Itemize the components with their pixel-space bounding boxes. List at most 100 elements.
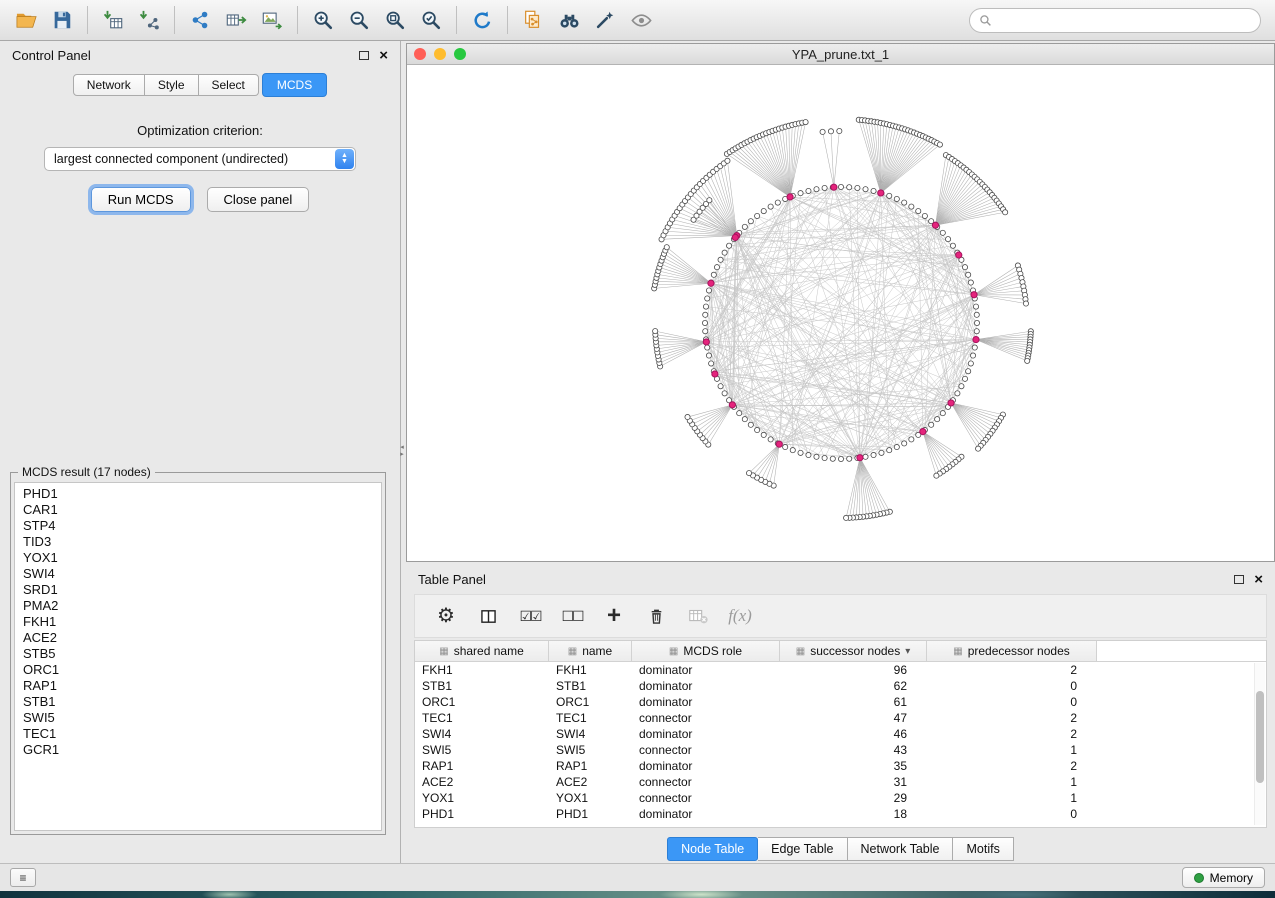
table-row[interactable]: STB1STB1dominator620 xyxy=(415,678,1266,694)
deselect-all-rows-button[interactable]: ☐☐ xyxy=(555,599,589,633)
close-panel-icon[interactable]: × xyxy=(379,48,388,63)
import-network-button[interactable] xyxy=(131,4,167,36)
export-network-button[interactable] xyxy=(182,4,218,36)
table-cell: 46 xyxy=(780,726,927,742)
float-panel-icon[interactable] xyxy=(359,51,369,60)
table-cell: ACE2 xyxy=(415,774,549,790)
table-tab-motifs[interactable]: Motifs xyxy=(953,837,1013,861)
zoom-in-button[interactable] xyxy=(305,4,341,36)
mcds-result-item[interactable]: SWI5 xyxy=(23,710,373,726)
mcds-result-item[interactable]: TID3 xyxy=(23,534,373,550)
table-tab-network-table[interactable]: Network Table xyxy=(848,837,954,861)
table-cell: 1 xyxy=(927,742,1097,758)
table-cell: connector xyxy=(632,742,780,758)
control-tab-network[interactable]: Network xyxy=(73,74,145,96)
network-from-selection-button[interactable] xyxy=(515,4,551,36)
table-row[interactable]: PHD1PHD1dominator180 xyxy=(415,806,1266,822)
network-view-window: YPA_prune.txt_1 xyxy=(406,43,1275,562)
mcds-result-item[interactable]: FKH1 xyxy=(23,614,373,630)
column-header-successor-nodes[interactable]: ▦successor nodes▾ xyxy=(780,641,927,661)
table-cell: 2 xyxy=(927,726,1097,742)
mcds-result-item[interactable]: TEC1 xyxy=(23,726,373,742)
export-table-button[interactable] xyxy=(218,4,254,36)
wand-button[interactable] xyxy=(587,4,623,36)
mcds-result-item[interactable]: STP4 xyxy=(23,518,373,534)
table-settings-button[interactable]: ⚙ xyxy=(429,599,463,633)
optimization-criterion-dropdown[interactable]: largest connected component (undirected)… xyxy=(44,147,356,171)
table-cell: 0 xyxy=(927,678,1097,694)
table-cell: dominator xyxy=(632,694,780,710)
table-cell: SWI5 xyxy=(415,742,549,758)
toolbar-separator xyxy=(87,6,88,34)
search-input[interactable] xyxy=(998,13,1251,27)
window-close-traffic-light[interactable] xyxy=(414,48,426,60)
close-table-panel-icon[interactable]: × xyxy=(1254,572,1263,587)
column-header-shared-name[interactable]: ▦shared name xyxy=(415,641,549,661)
control-tab-mcds[interactable]: MCDS xyxy=(262,73,327,97)
duplicate-network-icon xyxy=(522,9,544,31)
table-row[interactable]: ACE2ACE2connector311 xyxy=(415,774,1266,790)
table-row[interactable]: TEC1TEC1connector472 xyxy=(415,710,1266,726)
mcds-result-item[interactable]: PMA2 xyxy=(23,598,373,614)
refresh-layout-button[interactable] xyxy=(464,4,500,36)
add-column-button[interactable]: + xyxy=(597,599,631,633)
find-button[interactable] xyxy=(551,4,587,36)
mcds-result-item[interactable]: YOX1 xyxy=(23,550,373,566)
table-row[interactable]: SWI5SWI5connector431 xyxy=(415,742,1266,758)
table-tab-node-table[interactable]: Node Table xyxy=(667,837,758,861)
mcds-result-item[interactable]: RAP1 xyxy=(23,678,373,694)
show-graphics-button[interactable] xyxy=(623,4,659,36)
control-tab-select[interactable]: Select xyxy=(199,74,259,96)
table-cell: dominator xyxy=(632,726,780,742)
eye-icon xyxy=(630,9,653,32)
export-image-button[interactable] xyxy=(254,4,290,36)
table-row[interactable]: ORC1ORC1dominator610 xyxy=(415,694,1266,710)
table-row[interactable]: FKH1FKH1dominator962 xyxy=(415,662,1266,678)
save-session-button[interactable] xyxy=(44,4,80,36)
zoom-selected-button[interactable] xyxy=(413,4,449,36)
table-body: FKH1FKH1dominator962STB1STB1dominator620… xyxy=(415,662,1266,822)
column-header-predecessor-nodes[interactable]: ▦predecessor nodes xyxy=(927,641,1097,661)
table-row[interactable]: YOX1YOX1connector291 xyxy=(415,790,1266,806)
select-all-rows-button[interactable]: ☑☑ xyxy=(513,599,547,633)
table-scrollbar[interactable] xyxy=(1254,663,1265,825)
control-tab-style[interactable]: Style xyxy=(145,74,199,96)
table-row[interactable]: RAP1RAP1dominator352 xyxy=(415,758,1266,774)
close-panel-button[interactable]: Close panel xyxy=(207,187,310,212)
mcds-result-item[interactable]: ACE2 xyxy=(23,630,373,646)
import-table-button[interactable] xyxy=(95,4,131,36)
panel-resize-grip[interactable]: ◂ ▸ xyxy=(398,444,406,458)
toggle-columns-button[interactable] xyxy=(471,599,505,633)
memory-button[interactable]: Memory xyxy=(1182,867,1265,888)
open-folder-icon xyxy=(15,9,38,32)
open-session-button[interactable] xyxy=(8,4,44,36)
mcds-result-item[interactable]: GCR1 xyxy=(23,742,373,758)
network-canvas[interactable] xyxy=(407,65,1274,561)
column-header-MCDS-role[interactable]: ▦MCDS role xyxy=(632,641,780,661)
delete-column-button[interactable] xyxy=(639,599,673,633)
network-window-titlebar[interactable]: YPA_prune.txt_1 xyxy=(407,44,1274,65)
mcds-result-item[interactable]: SWI4 xyxy=(23,566,373,582)
run-mcds-button[interactable]: Run MCDS xyxy=(91,187,191,212)
column-header-name[interactable]: ▦name xyxy=(549,641,632,661)
table-row[interactable]: SWI4SWI4dominator462 xyxy=(415,726,1266,742)
export-table-icon xyxy=(225,9,247,31)
window-minimize-traffic-light[interactable] xyxy=(434,48,446,60)
control-panel-tabs: NetworkStyleSelectMCDS xyxy=(0,73,400,97)
mcds-result-item[interactable]: CAR1 xyxy=(23,502,373,518)
mcds-result-item[interactable]: STB5 xyxy=(23,646,373,662)
window-zoom-traffic-light[interactable] xyxy=(454,48,466,60)
table-scrollbar-thumb[interactable] xyxy=(1256,691,1264,783)
zoom-out-button[interactable] xyxy=(341,4,377,36)
mcds-result-list[interactable]: PHD1CAR1STP4TID3YOX1SWI4SRD1PMA2FKH1ACE2… xyxy=(14,482,382,831)
mcds-result-item[interactable]: STB1 xyxy=(23,694,373,710)
zoom-fit-button[interactable] xyxy=(377,4,413,36)
table-cell: RAP1 xyxy=(415,758,549,774)
table-tab-edge-table[interactable]: Edge Table xyxy=(758,837,847,861)
mcds-result-item[interactable]: PHD1 xyxy=(23,486,373,502)
float-table-panel-icon[interactable] xyxy=(1234,575,1244,584)
task-history-button[interactable]: ≡ xyxy=(10,868,36,887)
mcds-result-item[interactable]: ORC1 xyxy=(23,662,373,678)
application-window: Control Panel × NetworkStyleSelectMCDS O… xyxy=(0,0,1275,898)
mcds-result-item[interactable]: SRD1 xyxy=(23,582,373,598)
